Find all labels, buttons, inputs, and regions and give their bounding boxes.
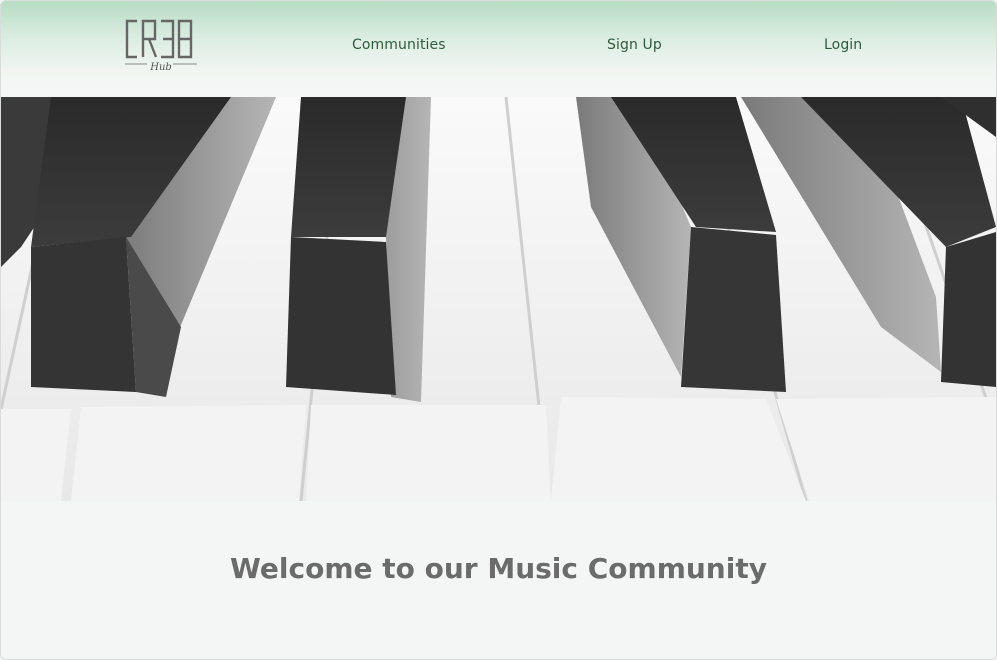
hero-image-piano-keys [1, 97, 996, 501]
site-header: Hub Communities Sign Up Login [1, 1, 996, 97]
nav-login-link[interactable]: Login [824, 37, 862, 53]
nav-signup-link[interactable]: Sign Up [607, 37, 662, 53]
logo-subtext: Hub [149, 62, 172, 73]
page: Hub Communities Sign Up Login Welcome to… [0, 0, 997, 660]
nav-communities-link[interactable]: Communities [352, 37, 446, 53]
site-logo[interactable]: Hub [121, 15, 201, 73]
welcome-title: Welcome to our Music Community [230, 552, 767, 585]
welcome-section: Welcome to our Music Community [1, 501, 996, 659]
logo-mark: Hub [125, 19, 197, 73]
